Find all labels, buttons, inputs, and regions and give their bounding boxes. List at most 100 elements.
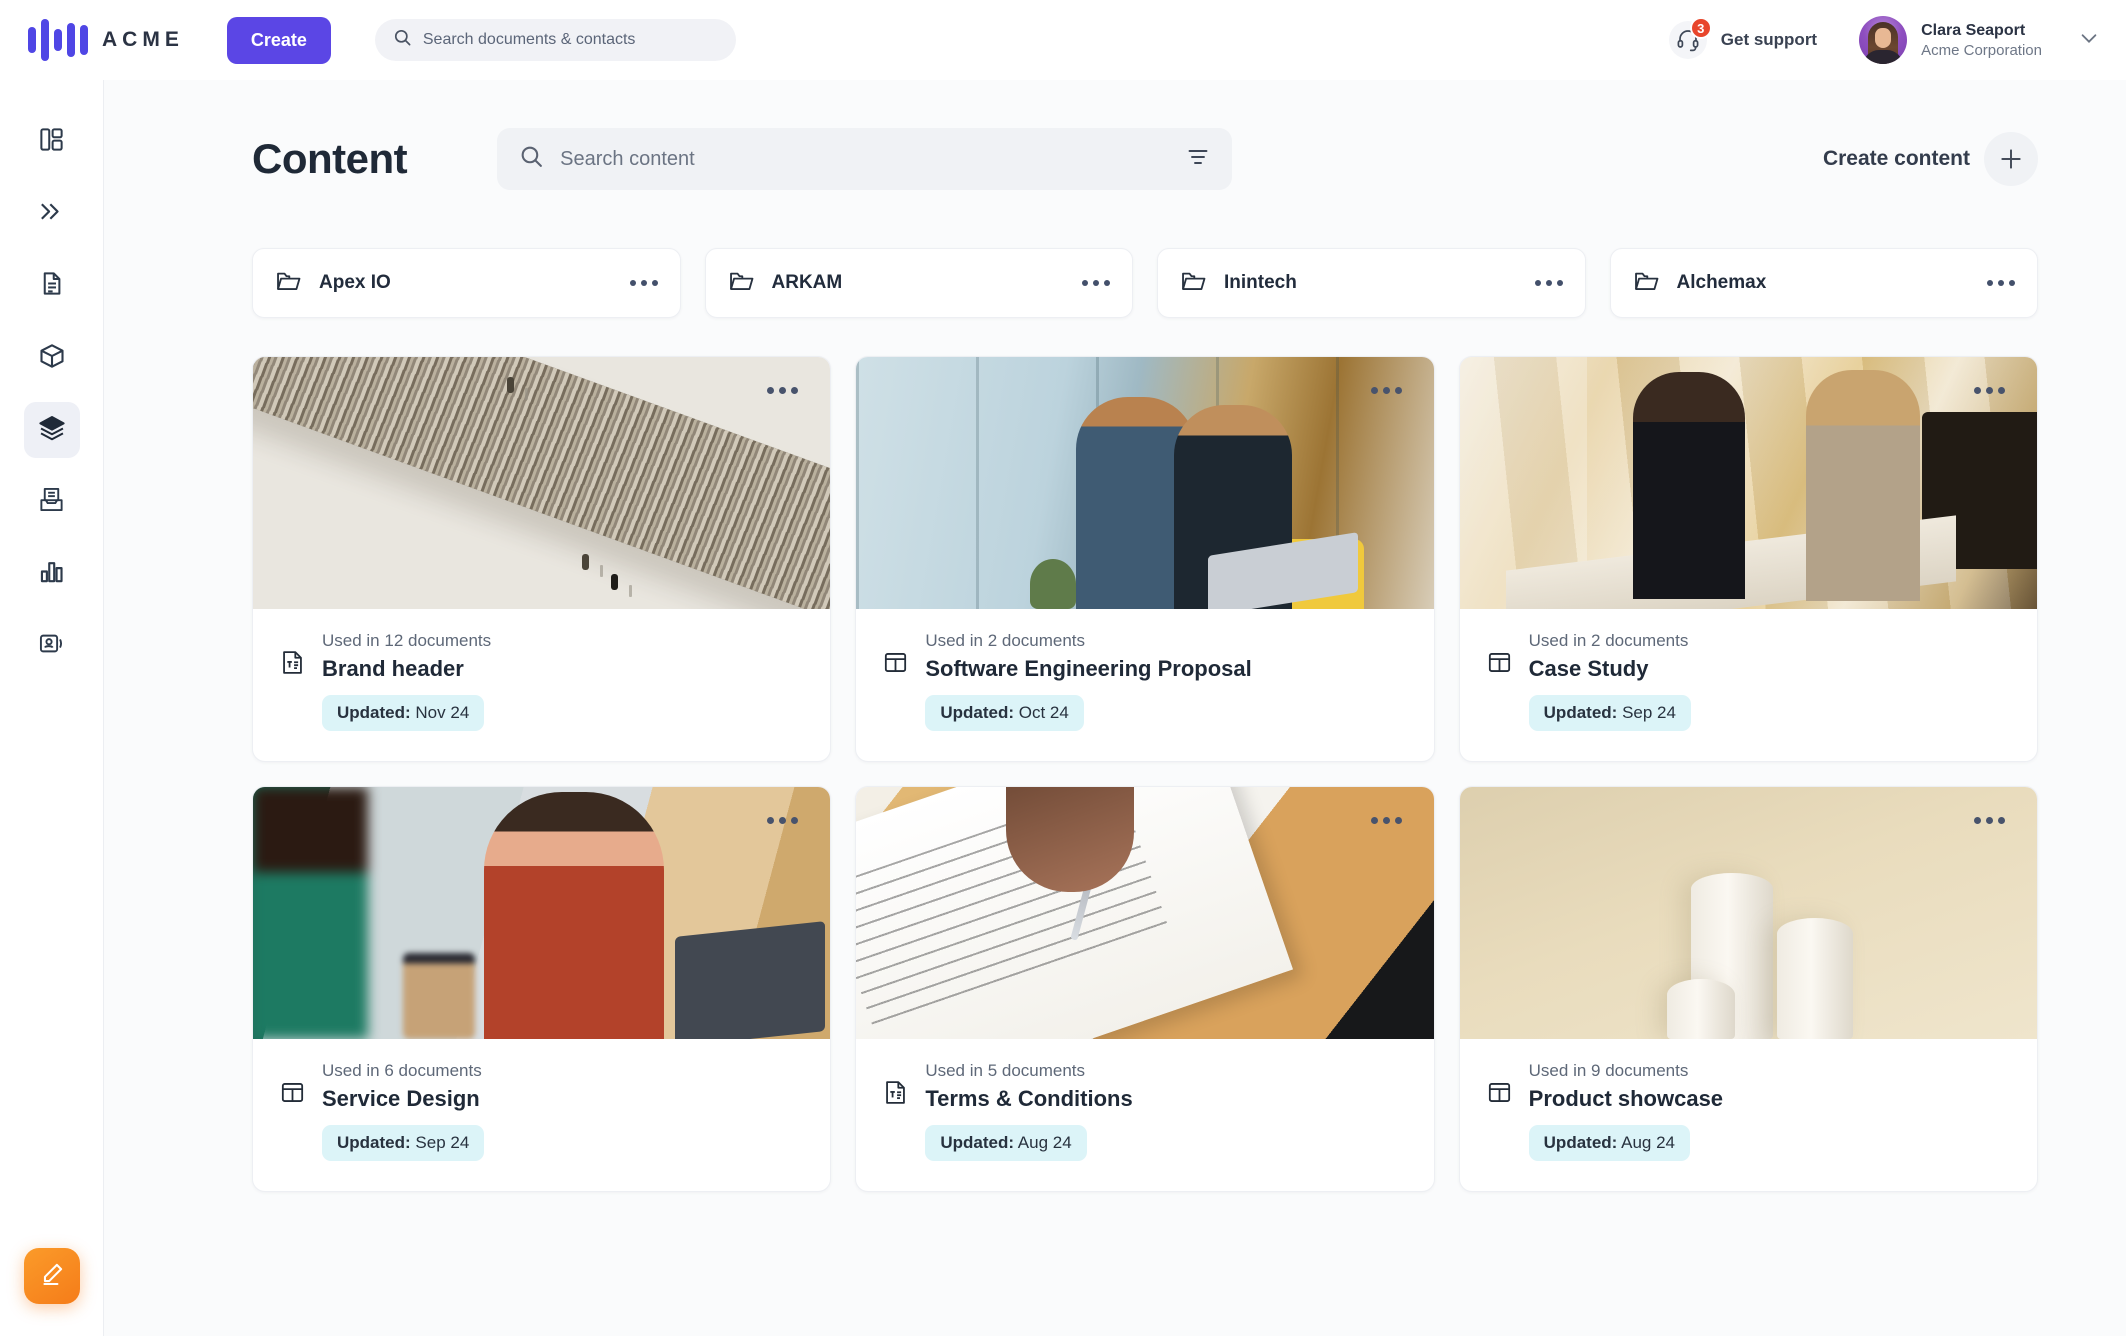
main-content: Content Create content <box>104 80 2126 1336</box>
sidebar-item-inbox[interactable] <box>24 474 80 530</box>
folder-more-options[interactable] <box>1082 280 1110 286</box>
card-thumbnail <box>253 787 831 1039</box>
layout-columns-icon <box>1486 1079 1513 1161</box>
updated-badge: Updated: Aug 24 <box>1528 1125 1691 1161</box>
content-card[interactable]: Used in 6 documents Service Design Updat… <box>252 786 832 1192</box>
updated-label: Updated: <box>337 1133 411 1152</box>
acme-bars-icon <box>28 17 88 63</box>
card-more-options[interactable] <box>767 387 799 394</box>
folder-more-options[interactable] <box>1987 280 2015 286</box>
updated-value: Sep 24 <box>415 1133 470 1152</box>
sidebar-item-analytics[interactable] <box>24 546 80 602</box>
beige-podium-image <box>1459 787 2037 1039</box>
card-usage-count: Used in 5 documents <box>925 1061 1086 1080</box>
crowd-aerial-image <box>253 357 831 609</box>
sidebar <box>0 80 104 1336</box>
card-more-options[interactable] <box>767 817 799 824</box>
updated-value: Nov 24 <box>415 703 470 722</box>
card-text: Used in 2 documents Software Engineering… <box>925 631 1252 731</box>
folder-list: Apex IO ARKAM Inintech Alchemax <box>104 190 2126 318</box>
layout-columns-icon <box>1486 649 1513 731</box>
text-block-icon <box>882 1079 909 1161</box>
chevrons-right-icon <box>37 197 66 231</box>
updated-value: Oct 24 <box>1018 703 1069 722</box>
chevron-down-icon[interactable] <box>2078 27 2100 54</box>
card-text: Used in 2 documents Case Study Updated: … <box>1528 631 1691 731</box>
content-card[interactable]: Used in 5 documents Terms & Conditions U… <box>855 786 1435 1192</box>
updated-value: Aug 24 <box>1621 1133 1676 1152</box>
folder-more-options[interactable] <box>1534 280 1563 286</box>
get-support-label: Get support <box>1720 30 1818 49</box>
plus-icon[interactable] <box>1984 132 2038 186</box>
updated-badge: Updated: Aug 24 <box>925 1125 1087 1161</box>
card-body: Used in 12 documents Brand header Update… <box>253 609 830 761</box>
smiling-woman-image <box>253 787 831 1039</box>
brand-name: ACME <box>102 28 184 51</box>
folder-item[interactable]: Alchemax <box>1609 248 2038 318</box>
content-card[interactable]: Used in 9 documents Product showcase Upd… <box>1458 786 2038 1192</box>
card-more-options[interactable] <box>1973 387 2005 394</box>
content-card-grid: Used in 12 documents Brand header Update… <box>104 318 2126 1192</box>
pencil-icon <box>39 1261 65 1292</box>
create-content-label: Create content <box>1822 147 1970 170</box>
brand-logo[interactable]: ACME <box>28 17 184 63</box>
updated-badge: Updated: Sep 24 <box>1528 695 1691 731</box>
hand-signing-document-image <box>856 787 1434 1039</box>
card-more-options[interactable] <box>1370 387 1402 394</box>
card-body: Used in 5 documents Terms & Conditions U… <box>856 1039 1433 1191</box>
card-body: Used in 6 documents Service Design Updat… <box>253 1039 830 1191</box>
create-button[interactable]: Create <box>226 16 331 64</box>
contact-card-icon <box>38 630 65 662</box>
global-search[interactable] <box>374 19 736 61</box>
top-bar-right: 3 Get support Clara Seaport Acme Corpora… <box>1653 13 2126 67</box>
get-support-button[interactable]: 3 Get support <box>1653 13 1833 67</box>
compose-fab-button[interactable] <box>24 1248 80 1304</box>
folder-item[interactable]: Inintech <box>1157 248 1586 318</box>
sidebar-item-dashboard[interactable] <box>24 114 80 170</box>
content-card[interactable]: Used in 12 documents Brand header Update… <box>252 356 832 762</box>
card-usage-count: Used in 12 documents <box>322 631 492 650</box>
content-search-input[interactable] <box>560 147 1171 171</box>
text-block-icon <box>279 649 306 731</box>
global-search-input[interactable] <box>422 31 718 49</box>
updated-badge: Updated: Sep 24 <box>322 1125 485 1161</box>
bar-chart-icon <box>38 558 65 590</box>
search-icon <box>519 144 544 174</box>
updated-label: Updated: <box>1543 703 1618 722</box>
card-thumbnail <box>856 787 1434 1039</box>
sidebar-item-documents[interactable] <box>24 258 80 314</box>
updated-label: Updated: <box>940 1133 1014 1152</box>
sidebar-item-workflows[interactable] <box>24 186 80 242</box>
card-title: Case Study <box>1528 656 1649 681</box>
content-card[interactable]: Used in 2 documents Software Engineering… <box>855 356 1435 762</box>
filter-icon[interactable] <box>1186 145 1210 174</box>
updated-badge: Updated: Oct 24 <box>925 695 1084 731</box>
card-body: Used in 2 documents Case Study Updated: … <box>1460 609 2037 761</box>
card-title: Software Engineering Proposal <box>925 656 1252 681</box>
card-thumbnail <box>253 357 831 609</box>
card-more-options[interactable] <box>1973 817 2005 824</box>
card-thumbnail <box>1459 787 2037 1039</box>
folder-item[interactable]: ARKAM <box>704 248 1133 318</box>
card-thumbnail <box>856 357 1434 609</box>
sidebar-item-contacts[interactable] <box>24 618 80 674</box>
folder-icon <box>275 268 301 299</box>
updated-label: Updated: <box>337 703 411 722</box>
content-card[interactable]: Used in 2 documents Case Study Updated: … <box>1458 356 2038 762</box>
user-menu[interactable]: Clara Seaport Acme Corporation <box>1859 16 2104 64</box>
dashboard-icon <box>38 126 65 158</box>
folder-item[interactable]: Apex IO <box>252 248 681 318</box>
card-usage-count: Used in 6 documents <box>322 1061 482 1080</box>
folder-icon <box>1633 268 1659 299</box>
card-more-options[interactable] <box>1370 817 1402 824</box>
create-content-button[interactable]: Create content <box>1823 132 2038 186</box>
updated-value: Aug 24 <box>1017 1133 1072 1152</box>
sidebar-item-content[interactable] <box>23 402 80 458</box>
search-icon <box>393 28 412 52</box>
layers-icon <box>38 414 66 447</box>
page-title: Content <box>252 135 408 182</box>
folder-more-options[interactable] <box>629 280 658 286</box>
two-women-stairs-image <box>1459 357 2037 609</box>
sidebar-item-products[interactable] <box>24 330 80 386</box>
content-search[interactable] <box>497 128 1233 190</box>
